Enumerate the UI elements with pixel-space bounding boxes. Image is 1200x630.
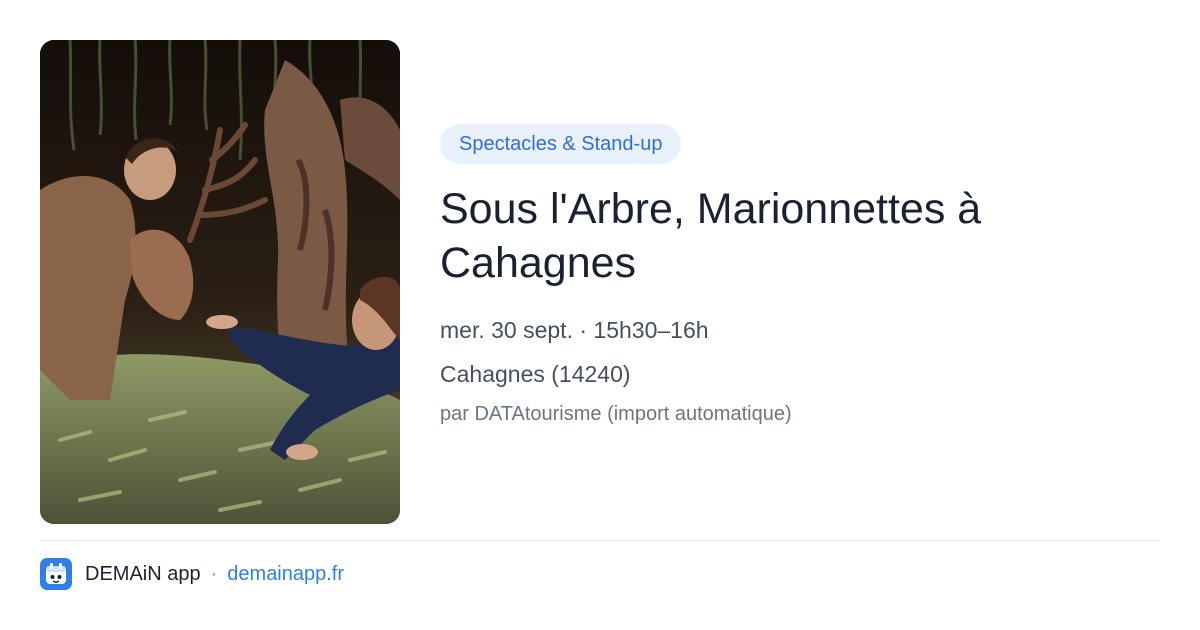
event-location: Cahagnes (14240) [440,361,631,387]
event-title[interactable]: Sous l'Arbre, Marionnettes à Cahagnes [440,182,1040,290]
calendar-app-icon [40,558,72,590]
category-tag[interactable]: Spectacles & Stand-up [440,124,682,164]
event-card[interactable]: Spectacles & Stand-up Sous l'Arbre, Mari… [0,0,1200,630]
event-info: Spectacles & Stand-up Sous l'Arbre, Mari… [440,124,1160,428]
event-source: par DATAtourisme (import automatique) [440,403,792,425]
domain-link[interactable]: demainapp.fr [227,563,344,586]
event-photo [40,40,400,524]
app-name: DEMAiN app [85,562,201,585]
footer-separator: · [210,562,218,585]
footer: DEMAiN app · demainapp.fr [40,557,344,591]
event-datetime: mer. 30 sept. · 15h30–16h [440,317,709,343]
footer-divider [40,540,1160,541]
